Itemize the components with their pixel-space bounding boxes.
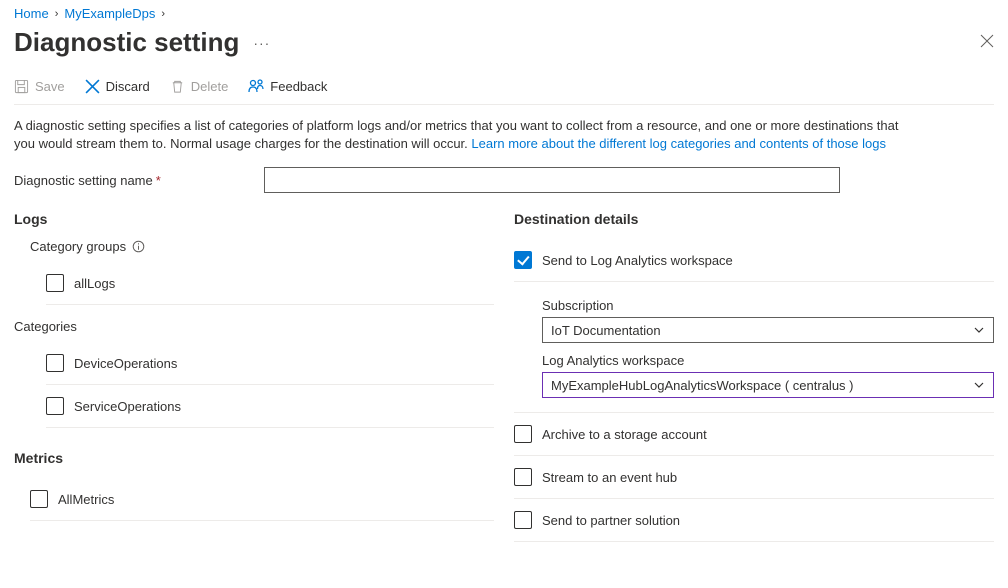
breadcrumb-resource[interactable]: MyExampleDps (64, 6, 155, 21)
discard-icon (85, 79, 100, 94)
partner-label: Send to partner solution (542, 513, 680, 528)
feedback-icon (248, 78, 264, 94)
chevron-right-icon: › (161, 8, 165, 20)
category-groups-label: Category groups (30, 239, 494, 254)
loganalytics-config: Subscription IoT Documentation Log Analy… (514, 282, 994, 413)
categories-label: Categories (14, 319, 494, 334)
chevron-down-icon (973, 324, 985, 336)
alllogs-label: allLogs (74, 276, 115, 291)
discard-button[interactable]: Discard (85, 79, 150, 94)
intro-text: A diagnostic setting specifies a list of… (14, 117, 914, 153)
subscription-select[interactable]: IoT Documentation (542, 317, 994, 343)
close-icon (980, 34, 994, 48)
delete-label: Delete (191, 79, 229, 94)
workspace-select[interactable]: MyExampleHubLogAnalyticsWorkspace ( cent… (542, 372, 994, 398)
partner-checkbox[interactable] (514, 511, 532, 529)
deviceoperations-checkbox[interactable] (46, 354, 64, 372)
metrics-heading: Metrics (14, 450, 494, 466)
save-label: Save (35, 79, 65, 94)
subscription-label: Subscription (542, 298, 994, 313)
deviceoperations-label: DeviceOperations (74, 356, 177, 371)
feedback-button[interactable]: Feedback (248, 78, 327, 94)
loganalytics-label: Send to Log Analytics workspace (542, 253, 733, 268)
breadcrumb: Home › MyExampleDps › (14, 6, 994, 27)
workspace-label: Log Analytics workspace (542, 353, 994, 368)
storage-checkbox[interactable] (514, 425, 532, 443)
destination-heading: Destination details (514, 211, 994, 227)
intro-learn-more-link[interactable]: Learn more about the different log categ… (471, 136, 886, 151)
serviceoperations-checkbox[interactable] (46, 397, 64, 415)
eventhub-label: Stream to an event hub (542, 470, 677, 485)
chevron-right-icon: › (55, 8, 59, 20)
discard-label: Discard (106, 79, 150, 94)
more-actions-button[interactable]: ··· (253, 35, 270, 51)
page-title: Diagnostic setting (14, 27, 239, 58)
subscription-value: IoT Documentation (551, 323, 661, 338)
save-icon (14, 79, 29, 94)
eventhub-checkbox[interactable] (514, 468, 532, 486)
alllogs-checkbox[interactable] (46, 274, 64, 292)
feedback-label: Feedback (270, 79, 327, 94)
trash-icon (170, 79, 185, 94)
breadcrumb-home[interactable]: Home (14, 6, 49, 21)
workspace-value: MyExampleHubLogAnalyticsWorkspace ( cent… (551, 378, 854, 393)
close-button[interactable] (980, 34, 994, 51)
logs-heading: Logs (14, 211, 494, 227)
setting-name-input[interactable] (264, 167, 840, 193)
loganalytics-checkbox[interactable] (514, 251, 532, 269)
serviceoperations-label: ServiceOperations (74, 399, 181, 414)
delete-button[interactable]: Delete (170, 79, 229, 94)
allmetrics-label: AllMetrics (58, 492, 114, 507)
storage-label: Archive to a storage account (542, 427, 707, 442)
chevron-down-icon (973, 379, 985, 391)
allmetrics-checkbox[interactable] (30, 490, 48, 508)
save-button[interactable]: Save (14, 79, 65, 94)
info-icon[interactable] (132, 240, 145, 253)
setting-name-label: Diagnostic setting name* (14, 173, 264, 188)
toolbar: Save Discard Delete Feedback (14, 58, 994, 105)
